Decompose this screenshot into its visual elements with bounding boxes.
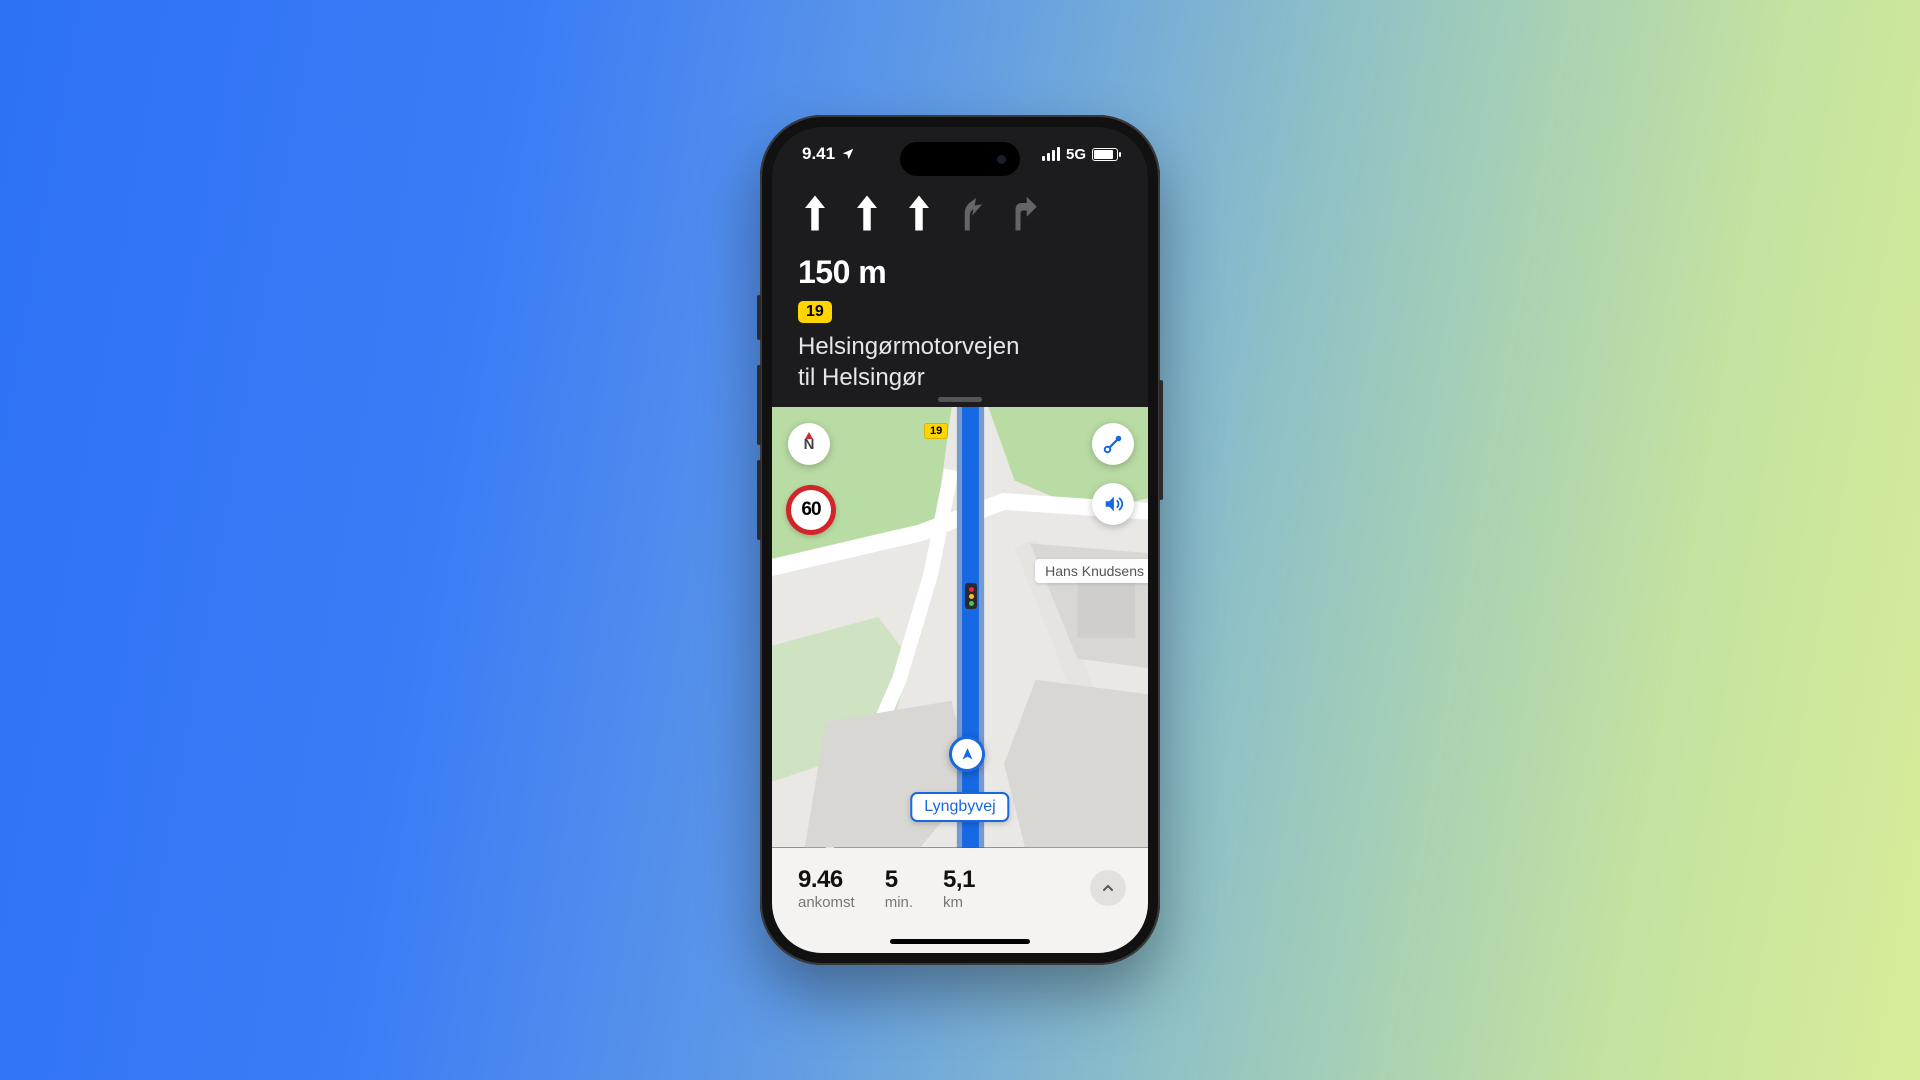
distance-to-maneuver: 150 m <box>798 254 1122 291</box>
side-button <box>1159 380 1163 500</box>
side-button <box>757 295 761 340</box>
route-shield-map: 19 <box>924 423 948 439</box>
heading-icon <box>959 746 976 763</box>
road-name: Helsingørmotorvejen til Helsingør <box>798 331 1122 393</box>
speaker-icon <box>1102 493 1124 515</box>
location-icon <box>841 147 855 161</box>
lane-straight-icon <box>852 193 882 238</box>
lane-right-icon <box>1008 193 1038 238</box>
status-time: 9.41 <box>802 144 835 164</box>
user-location-puck <box>949 736 985 772</box>
current-street-label: Lyngbyvej <box>910 792 1009 822</box>
route-shield: 19 <box>798 301 832 323</box>
map-background <box>772 407 1148 848</box>
dynamic-island <box>900 142 1020 176</box>
lane-guidance <box>798 193 1122 238</box>
side-button <box>757 460 761 540</box>
route-icon <box>1102 433 1124 455</box>
lane-straight-icon <box>904 193 934 238</box>
chevron-up-icon <box>1100 880 1116 896</box>
phone-frame: 9.41 5G 150 m 19 Helsingørmotor <box>760 115 1160 965</box>
arrival-stat: 9.46 ankomst <box>798 866 855 911</box>
time-stat: 5 min. <box>885 866 913 911</box>
poi-label: Hans Knudsens <box>1035 559 1148 583</box>
grabber-handle[interactable] <box>938 397 982 402</box>
distance-stat: 5,1 km <box>943 866 975 911</box>
direction-banner[interactable]: 150 m 19 Helsingørmotorvejen til Helsing… <box>772 183 1148 407</box>
expand-button[interactable] <box>1090 870 1126 906</box>
network-label: 5G <box>1066 146 1086 163</box>
battery-icon <box>1092 148 1118 161</box>
traffic-light-icon <box>965 583 977 609</box>
side-button <box>757 365 761 445</box>
map-view[interactable]: N 60 19 Hans Knudsens Lyngbyvej <box>772 407 1148 848</box>
home-indicator[interactable] <box>890 939 1030 944</box>
screen: 9.41 5G 150 m 19 Helsingørmotor <box>772 127 1148 953</box>
signal-icon <box>1042 147 1060 161</box>
lane-straight-icon <box>800 193 830 238</box>
lane-slight-right-icon <box>956 193 986 238</box>
trip-summary-bar[interactable]: 9.46 ankomst 5 min. 5,1 km <box>772 848 1148 953</box>
